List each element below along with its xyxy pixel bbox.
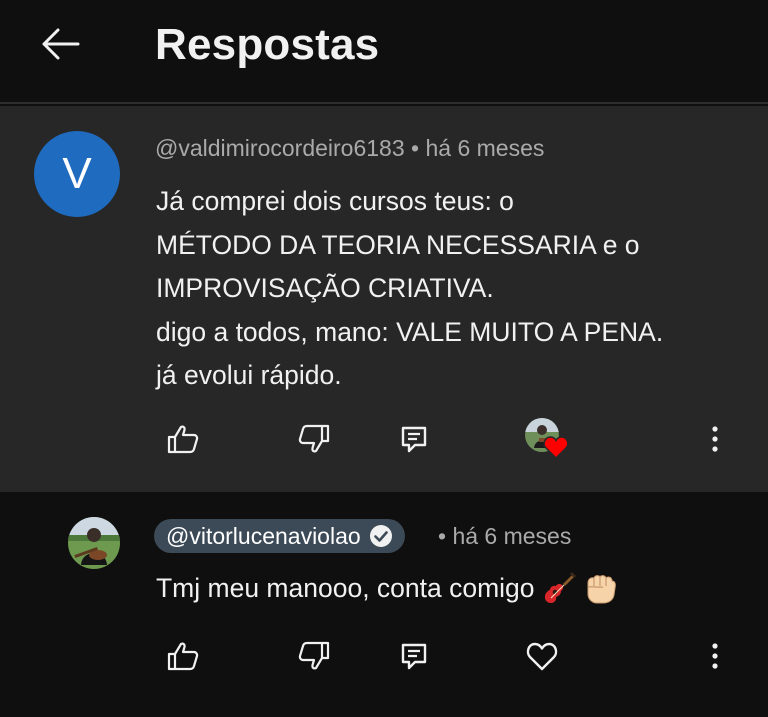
like-button[interactable] xyxy=(158,631,208,681)
dislike-icon xyxy=(298,641,330,670)
more-options-button[interactable] xyxy=(690,414,740,464)
comment-actions xyxy=(0,414,768,464)
comment-line: digo a todos, mano: VALE MUITO A PENA. xyxy=(156,316,664,347)
reply-icon xyxy=(401,643,427,670)
more-icon xyxy=(712,426,718,452)
guitar-emoji xyxy=(544,572,576,603)
heart-badge-icon xyxy=(543,436,569,459)
comment-line: MÉTODO DA TEORIA NECESSARIA e o xyxy=(156,229,640,260)
comment-time: há 6 meses xyxy=(425,135,545,161)
reply-actions xyxy=(0,631,768,681)
back-arrow-icon xyxy=(42,28,80,60)
reply-button[interactable] xyxy=(389,631,439,681)
back-button[interactable] xyxy=(36,22,84,66)
header-bar: Respostas xyxy=(0,0,768,104)
creator-channel-chip[interactable]: @vitorlucenaviolao xyxy=(154,519,405,553)
reply-text-content: Tmj meu manooo, conta comigo xyxy=(156,572,535,603)
more-icon xyxy=(712,643,718,669)
comment-text: Já comprei dois cursos teus: o MÉTODO DA… xyxy=(156,180,746,398)
reply-comment: @vitorlucenaviolao • há 6 meses Tmj meu … xyxy=(0,492,768,717)
creator-heart[interactable] xyxy=(525,418,569,462)
page-title: Respostas xyxy=(155,20,380,69)
meta-separator: • xyxy=(411,135,420,161)
reply-button[interactable] xyxy=(389,414,439,464)
fist-emoji xyxy=(587,575,616,604)
reply-text: Tmj meu manooo, conta comigo xyxy=(156,570,619,606)
comment-line: Já comprei dois cursos teus: o xyxy=(156,186,514,216)
more-options-button[interactable] xyxy=(690,631,740,681)
comment-line: IMPROVISAÇÃO CRIATIVA. xyxy=(156,273,494,303)
heart-button[interactable] xyxy=(517,631,567,681)
like-icon xyxy=(167,425,199,454)
reply-time: há 6 meses xyxy=(452,523,572,549)
avatar[interactable] xyxy=(68,517,120,569)
meta-separator: • xyxy=(438,523,447,549)
like-icon xyxy=(167,642,199,671)
comment-author[interactable]: @valdimirocordeiro6183 xyxy=(155,135,405,161)
reply-meta: • há 6 meses xyxy=(438,523,571,550)
dislike-button[interactable] xyxy=(289,414,339,464)
heart-outline-icon xyxy=(526,642,558,671)
avatar[interactable]: V xyxy=(34,131,120,217)
verified-check-icon xyxy=(369,525,392,547)
dislike-icon xyxy=(298,424,330,453)
reply-author: @vitorlucenaviolao xyxy=(166,522,361,549)
creator-avatar-image xyxy=(68,517,120,569)
like-button[interactable] xyxy=(158,414,208,464)
comment-line: já evolui rápido. xyxy=(156,360,342,390)
dislike-button[interactable] xyxy=(289,631,339,681)
reply-icon xyxy=(401,426,427,453)
comment-meta: @valdimirocordeiro6183 • há 6 meses xyxy=(155,135,544,162)
avatar-letter: V xyxy=(62,149,92,198)
parent-comment: V @valdimirocordeiro6183 • há 6 meses Já… xyxy=(0,106,768,492)
